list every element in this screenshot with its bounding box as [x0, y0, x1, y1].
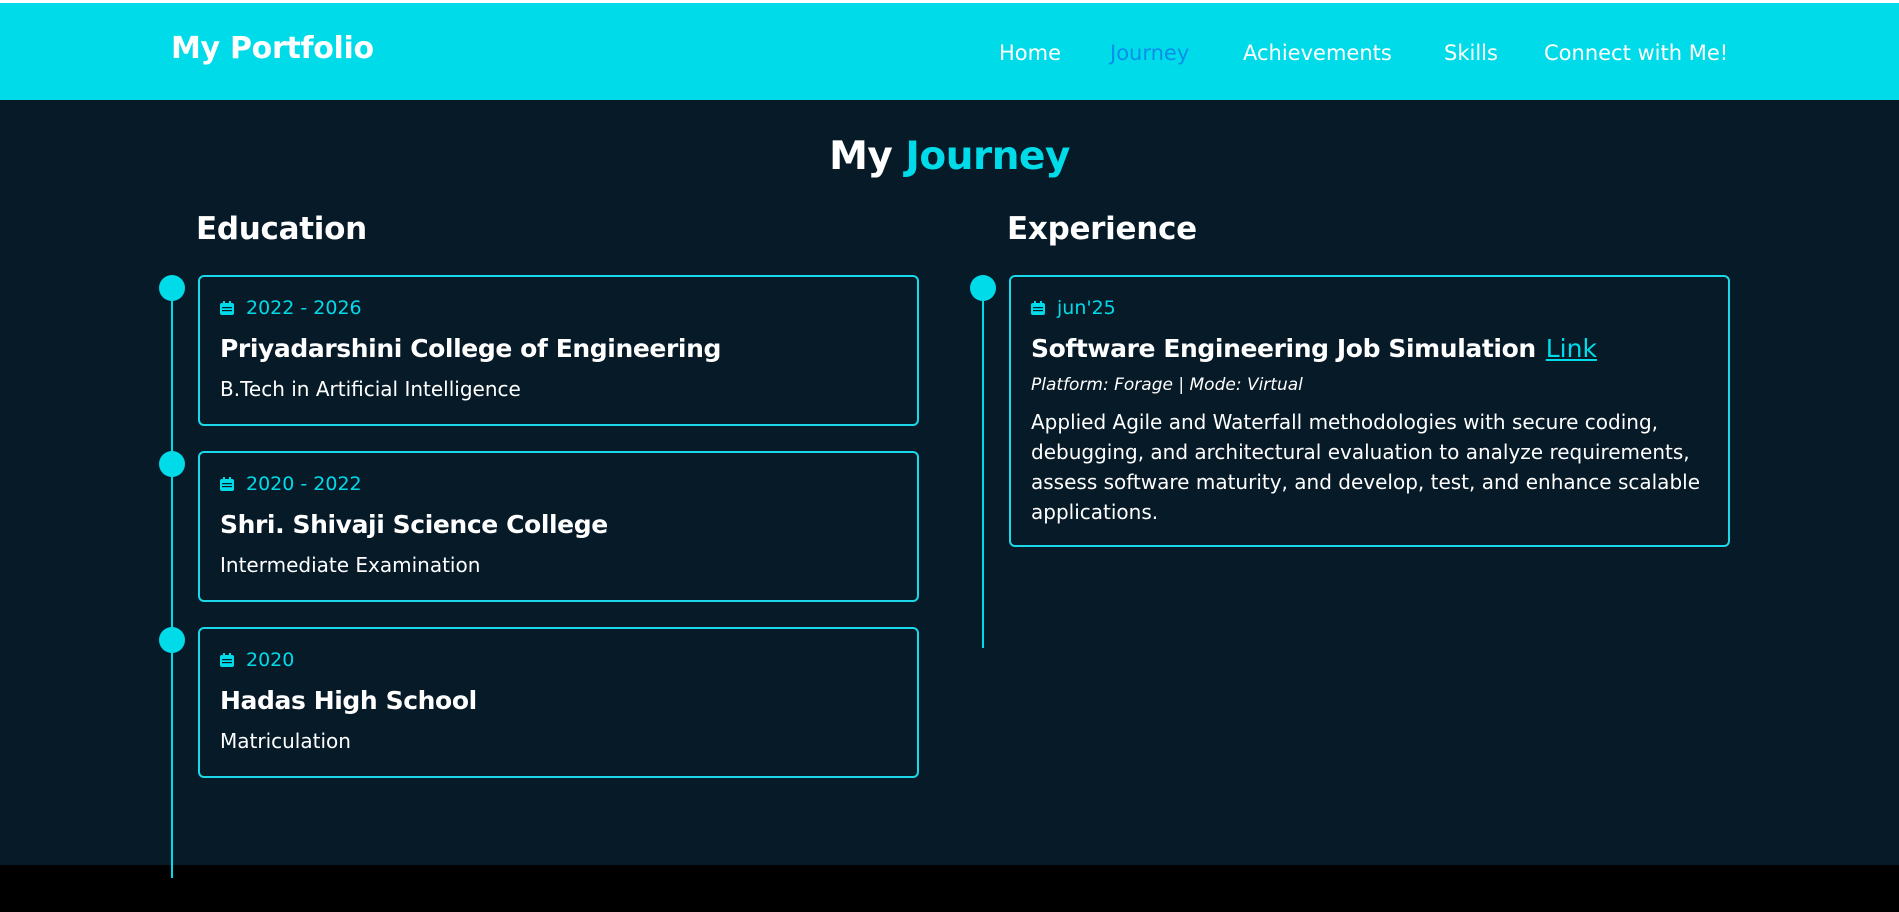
nav-home[interactable]: Home — [999, 41, 1061, 65]
timeline-dot — [159, 627, 185, 653]
nav-achievements[interactable]: Achievements — [1243, 41, 1392, 65]
nav-connect[interactable]: Connect with Me! — [1544, 41, 1728, 65]
nav-skills[interactable]: Skills — [1444, 41, 1498, 65]
experience-timeline — [982, 288, 984, 648]
institution-name: Shri. Shivaji Science College — [220, 510, 608, 539]
date-text: jun'25 — [1057, 297, 1116, 319]
education-timeline — [171, 288, 173, 878]
brand-logo[interactable]: My Portfolio — [171, 31, 374, 66]
experience-title: Software Engineering Job Simulation Link — [1031, 334, 1597, 363]
calendar-icon — [220, 301, 234, 315]
calendar-icon — [220, 477, 234, 491]
degree-detail: Matriculation — [220, 729, 351, 753]
card-date: 2022 - 2026 — [220, 297, 362, 319]
degree-detail: Intermediate Examination — [220, 553, 481, 577]
institution-name: Priyadarshini College of Engineering — [220, 334, 721, 363]
timeline-dot — [159, 451, 185, 477]
page-title: My Journey — [0, 134, 1899, 179]
institution-name: Hadas High School — [220, 686, 477, 715]
date-text: 2020 - 2022 — [246, 473, 362, 495]
experience-card: jun'25 Software Engineering Job Simulati… — [1009, 275, 1730, 547]
page-title-part1: My — [829, 134, 893, 179]
date-text: 2022 - 2026 — [246, 297, 362, 319]
navbar: My Portfolio Home Journey Achievements S… — [0, 3, 1899, 100]
experience-heading: Experience — [1007, 211, 1197, 247]
education-card: 2022 - 2026 Priyadarshini College of Eng… — [198, 275, 919, 426]
education-heading: Education — [196, 211, 367, 247]
education-card: 2020 Hadas High School Matriculation — [198, 627, 919, 778]
degree-detail: B.Tech in Artificial Intelligence — [220, 377, 521, 401]
card-date: 2020 — [220, 649, 294, 671]
experience-link[interactable]: Link — [1546, 334, 1597, 363]
experience-description: Applied Agile and Waterfall methodologie… — [1031, 410, 1700, 524]
nav-journey[interactable]: Journey — [1110, 41, 1189, 65]
journey-section: My Journey Education 2022 - 2026 Priyada… — [0, 100, 1899, 878]
date-text: 2020 — [246, 649, 295, 671]
page-title-part2: Journey — [905, 134, 1070, 179]
education-card: 2020 - 2022 Shri. Shivaji Science Colleg… — [198, 451, 919, 602]
calendar-icon — [220, 653, 234, 667]
card-date: 2020 - 2022 — [220, 473, 362, 495]
experience-meta: Platform: Forage | Mode: Virtual — [1031, 375, 1303, 395]
timeline-dot — [970, 275, 996, 301]
card-date: jun'25 — [1031, 297, 1116, 319]
experience-title-text: Software Engineering Job Simulation — [1031, 334, 1536, 363]
calendar-icon — [1031, 301, 1045, 315]
timeline-dot — [159, 275, 185, 301]
